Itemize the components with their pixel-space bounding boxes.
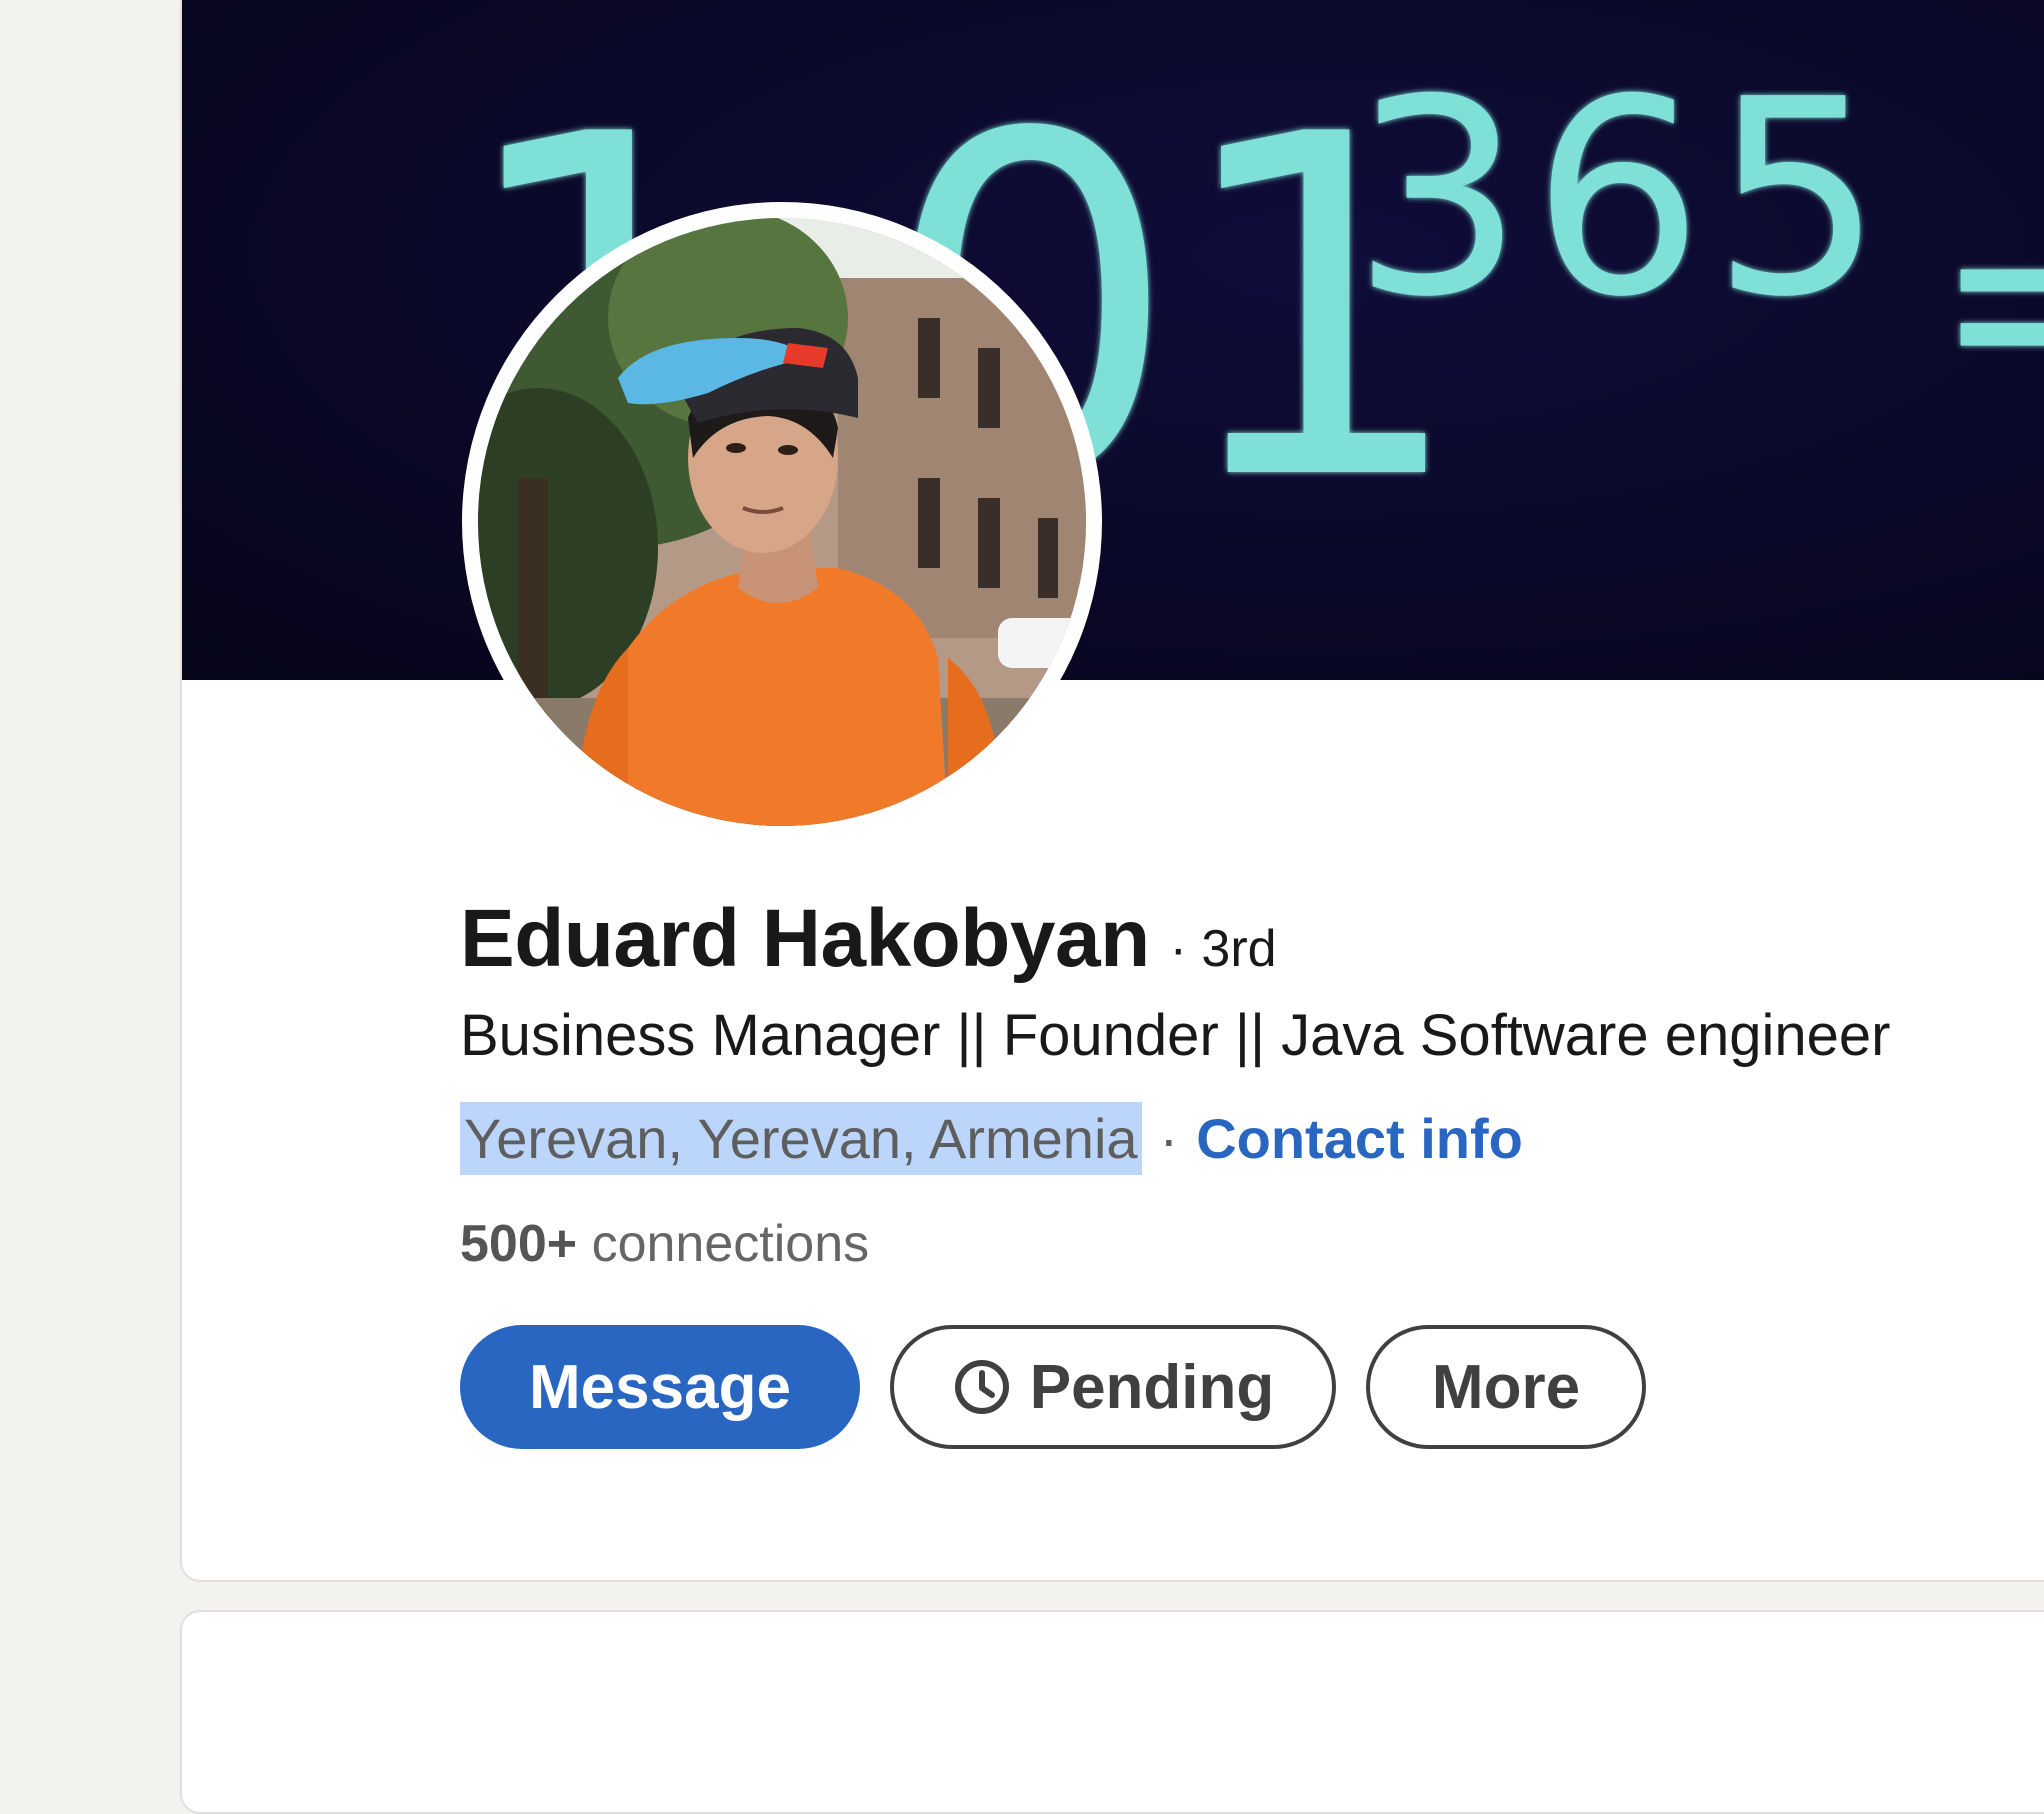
connections-label: connections (591, 1215, 870, 1273)
more-button-label: More (1431, 1352, 1581, 1422)
location-row: Yerevan, Yerevan, Armenia · Contact info (460, 1102, 1523, 1175)
profile-banner[interactable]: 1.01 365 = (182, 0, 2044, 680)
name-row: Eduard Hakobyan · 3rd (460, 892, 1277, 986)
connection-degree: · 3rd (1169, 920, 1277, 978)
profile-headline: Business Manager || Founder || Java Soft… (460, 1003, 1891, 1068)
separator: · (1159, 1107, 1179, 1170)
clock-icon (952, 1357, 1012, 1417)
message-button[interactable]: Message (460, 1325, 860, 1449)
avatar (478, 218, 1086, 826)
next-section-card (180, 1610, 2044, 1814)
profile-photo[interactable] (462, 202, 1102, 842)
profile-name: Eduard Hakobyan (460, 893, 1150, 984)
profile-card: 1.01 365 = (180, 0, 2044, 1582)
contact-info-link[interactable]: Contact info (1196, 1106, 1523, 1171)
profile-actions: Message Pending More (460, 1325, 1646, 1449)
message-button-label: Message (529, 1352, 791, 1422)
pending-button-label: Pending (1029, 1352, 1275, 1422)
connections-number: 500+ (460, 1215, 578, 1273)
profile-location: Yerevan, Yerevan, Armenia (460, 1102, 1142, 1175)
banner-equals-text: = (1932, 141, 2044, 456)
banner-graphic: 1.01 365 = (452, 36, 2044, 583)
banner-exponent-text: 365 (1352, 41, 1891, 356)
more-button[interactable]: More (1366, 1325, 1646, 1449)
connections-count[interactable]: 500+ connections (460, 1214, 869, 1274)
pending-button[interactable]: Pending (890, 1325, 1336, 1449)
